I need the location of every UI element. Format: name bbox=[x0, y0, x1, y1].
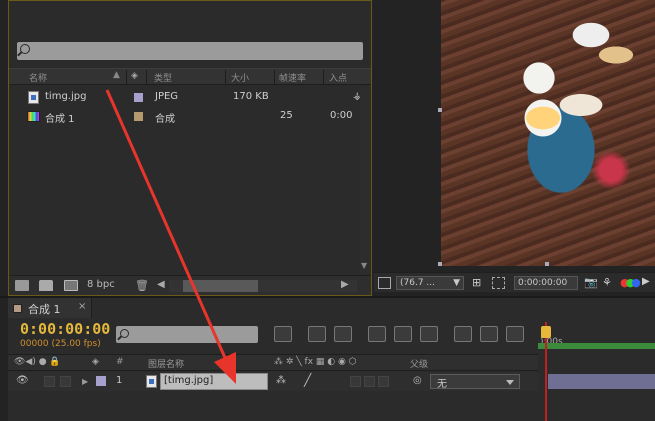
project-footer-toolbar: 8 bpc 🗑 ◀ ▶ bbox=[9, 275, 371, 295]
image-file-icon bbox=[146, 375, 157, 388]
col-layer-name[interactable]: 图层名称 bbox=[148, 357, 184, 370]
frame-blending-icon[interactable] bbox=[368, 326, 386, 342]
hide-shy-layers-icon[interactable] bbox=[334, 326, 352, 342]
new-folder-icon[interactable] bbox=[39, 280, 53, 291]
tab-label: 合成 1 bbox=[28, 303, 61, 316]
switch-box[interactable] bbox=[350, 376, 361, 387]
item-type: JPEG bbox=[155, 91, 179, 102]
layer-name-field[interactable]: [timg.jpg] bbox=[160, 373, 268, 390]
timeline-panel: 合成 1 × 0:00:00:00 00000 (25.00 fps) ):00… bbox=[8, 298, 655, 421]
col-number[interactable]: # bbox=[116, 357, 124, 367]
quality-switch-icon[interactable]: ╱ bbox=[304, 373, 311, 387]
project-vertical-scrollbar[interactable]: ▼ bbox=[360, 86, 370, 274]
item-size: 170 KB bbox=[233, 91, 269, 102]
label-tag-icon[interactable]: ◈ bbox=[92, 357, 99, 367]
viewer-toolbar: (76.7 ... ▼ ⊞ 0:00:00:00 📷 ⚘ ●●● ▶ bbox=[374, 272, 655, 292]
composition-preview-image bbox=[441, 0, 655, 266]
sort-arrow-icon[interactable]: ▲ bbox=[113, 70, 120, 80]
more-options-icon[interactable]: ▶ bbox=[642, 276, 650, 287]
col-parent[interactable]: 父级 bbox=[410, 357, 428, 370]
interpret-footage-icon[interactable] bbox=[15, 280, 29, 291]
av-features-icons[interactable]: 👁◀) ● 🔒 bbox=[14, 357, 61, 367]
col-type[interactable]: 类型 bbox=[154, 71, 172, 84]
time-ruler[interactable]: ):00s bbox=[538, 320, 655, 347]
audio-toggle[interactable] bbox=[44, 376, 55, 387]
zoom-select[interactable]: (76.7 ... ▼ bbox=[396, 276, 464, 290]
parent-value: 无 bbox=[437, 379, 447, 390]
graph-editor-icon[interactable] bbox=[420, 326, 438, 342]
layer-column-header: 👁◀) ● 🔒 ◈ # 图层名称 ⁂ ✲ ╲ fx ▦ ◐ ◉ ⬡ 父级 bbox=[8, 354, 538, 371]
image-file-icon bbox=[28, 91, 39, 104]
layer-number: 1 bbox=[116, 375, 123, 386]
scroll-left-icon[interactable]: ◀ bbox=[157, 279, 165, 290]
search-icon bbox=[120, 329, 129, 338]
item-name: 合成 1 bbox=[45, 114, 75, 125]
switches-icons[interactable]: ⁂ ✲ ╲ fx ▦ ◐ ◉ ⬡ bbox=[274, 357, 357, 367]
render-queue-icon[interactable] bbox=[506, 326, 524, 342]
col-name[interactable]: 名称 bbox=[29, 71, 47, 84]
viewer-timecode[interactable]: 0:00:00:00 bbox=[514, 276, 578, 290]
transparency-grid-icon[interactable] bbox=[492, 277, 505, 289]
scrollbar-thumb[interactable] bbox=[183, 280, 258, 292]
work-area-bar[interactable] bbox=[538, 343, 655, 349]
stopwatch-icon[interactable] bbox=[480, 326, 498, 342]
project-horizontal-scrollbar[interactable] bbox=[169, 280, 357, 292]
motion-blur-icon[interactable] bbox=[394, 326, 412, 342]
eye-icon[interactable]: 👁 bbox=[16, 375, 29, 386]
playhead-handle[interactable] bbox=[541, 326, 551, 338]
item-type: 合成 bbox=[155, 114, 175, 125]
scroll-right-icon[interactable]: ▶ bbox=[341, 279, 349, 290]
layer-handle[interactable] bbox=[438, 108, 442, 112]
layer-label-swatch[interactable] bbox=[96, 376, 106, 386]
switch-box[interactable] bbox=[364, 376, 375, 387]
chevron-down-icon bbox=[506, 380, 514, 385]
channel-rgb-icon[interactable]: ●●● bbox=[620, 276, 641, 289]
project-panel: 名称 ▲ ◈ 类型 大小 帧速率 入点 timg.jpg JPEG 170 KB… bbox=[8, 0, 372, 296]
always-preview-icon[interactable] bbox=[378, 277, 391, 289]
switch-box[interactable] bbox=[378, 376, 389, 387]
parent-select[interactable]: 无 bbox=[430, 374, 520, 390]
layer-handle[interactable] bbox=[545, 262, 549, 266]
item-name: timg.jpg bbox=[45, 91, 87, 102]
layer-handle[interactable] bbox=[438, 262, 442, 266]
label-tag-icon[interactable]: ◈ bbox=[131, 71, 138, 81]
project-search-input[interactable] bbox=[17, 42, 363, 60]
item-in-point: 0:00 bbox=[330, 110, 353, 121]
layer-duration-bar[interactable] bbox=[548, 374, 655, 389]
composition-mini-flowchart-icon[interactable] bbox=[274, 326, 292, 342]
timeline-search-input[interactable] bbox=[116, 326, 258, 343]
snapshot-camera-icon[interactable]: 📷 bbox=[584, 276, 598, 289]
brainstorm-icon[interactable] bbox=[454, 326, 472, 342]
new-composition-icon[interactable] bbox=[64, 280, 78, 291]
current-time-display[interactable]: 0:00:00:00 bbox=[20, 320, 110, 338]
expand-arrow-icon[interactable]: ▶ bbox=[82, 377, 88, 386]
project-item-comp1[interactable]: 合成 1 合成 25 0:00 bbox=[9, 107, 371, 126]
label-swatch[interactable] bbox=[134, 93, 143, 102]
pick-whip-icon[interactable]: ◎ bbox=[413, 375, 422, 386]
layer-name: [timg.jpg] bbox=[164, 375, 214, 386]
col-in-point[interactable]: 入点 bbox=[329, 71, 347, 84]
col-size[interactable]: 大小 bbox=[231, 71, 249, 84]
label-swatch[interactable] bbox=[134, 112, 143, 121]
solo-toggle[interactable] bbox=[60, 376, 71, 387]
tab-composition-1[interactable]: 合成 1 × bbox=[8, 298, 92, 318]
close-icon[interactable]: × bbox=[78, 301, 86, 312]
layer-row[interactable]: 👁 ▶ 1 [timg.jpg] ⁂ ╱ ◎ 无 bbox=[8, 372, 538, 391]
bit-depth-label[interactable]: 8 bpc bbox=[87, 279, 115, 290]
draft-3d-icon[interactable] bbox=[308, 326, 326, 342]
show-snapshot-icon[interactable]: ⚘ bbox=[602, 276, 612, 289]
composition-tab-icon bbox=[13, 304, 22, 313]
composition-icon bbox=[27, 111, 40, 122]
col-fps[interactable]: 帧速率 bbox=[279, 71, 306, 84]
project-item-timg[interactable]: timg.jpg JPEG 170 KB ⚶ bbox=[9, 88, 371, 107]
region-of-interest-icon[interactable]: ⊞ bbox=[472, 276, 481, 289]
item-fps: 25 bbox=[280, 110, 293, 121]
search-icon bbox=[20, 44, 30, 54]
project-column-header: 名称 ▲ ◈ 类型 大小 帧速率 入点 bbox=[9, 68, 371, 85]
shy-switch-icon[interactable]: ⁂ bbox=[276, 375, 286, 386]
project-preview-area bbox=[9, 1, 371, 39]
trash-icon[interactable]: 🗑 bbox=[135, 279, 149, 292]
frame-rate-note: 00000 (25.00 fps) bbox=[20, 339, 101, 349]
